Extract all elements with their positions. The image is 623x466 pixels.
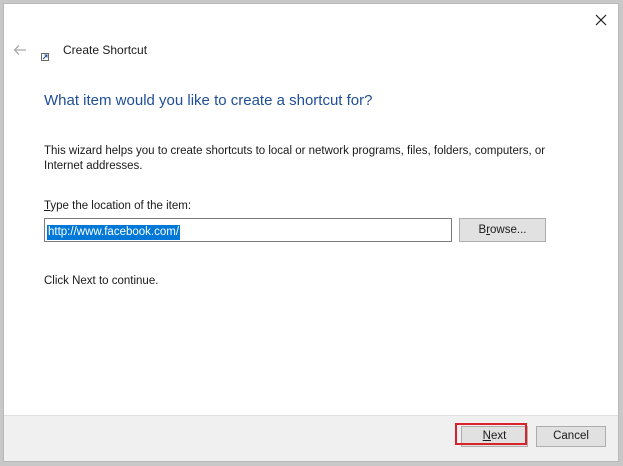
page-heading: What item would you like to create a sho…	[44, 92, 373, 109]
wizard-header: Create Shortcut	[4, 38, 618, 61]
wizard-footer: Next Cancel	[4, 415, 618, 461]
window-title: Create Shortcut	[63, 43, 148, 57]
next-label-text: ext	[490, 430, 507, 442]
browse-button[interactable]: Browse...	[459, 218, 546, 242]
browse-label-end: owse...	[490, 224, 527, 236]
close-button[interactable]	[592, 11, 610, 29]
location-label-text: ype the location of the item:	[50, 200, 192, 212]
back-button[interactable]	[13, 43, 27, 55]
continue-instruction: Click Next to continue.	[44, 275, 159, 287]
next-button[interactable]: Next	[461, 426, 528, 447]
location-input[interactable]: http://www.facebook.com/	[44, 218, 452, 242]
back-arrow-icon	[13, 45, 26, 55]
next-label-hotkey: N	[482, 430, 491, 442]
location-label: Type the location of the item:	[44, 200, 191, 212]
wizard-description: This wizard helps you to create shortcut…	[44, 145, 546, 172]
cancel-button[interactable]: Cancel	[536, 426, 606, 447]
location-input-value: http://www.facebook.com/	[47, 225, 181, 240]
close-icon	[595, 14, 607, 26]
create-shortcut-window: Create Shortcut What item would you like…	[3, 3, 619, 462]
shortcut-icon	[41, 48, 49, 61]
